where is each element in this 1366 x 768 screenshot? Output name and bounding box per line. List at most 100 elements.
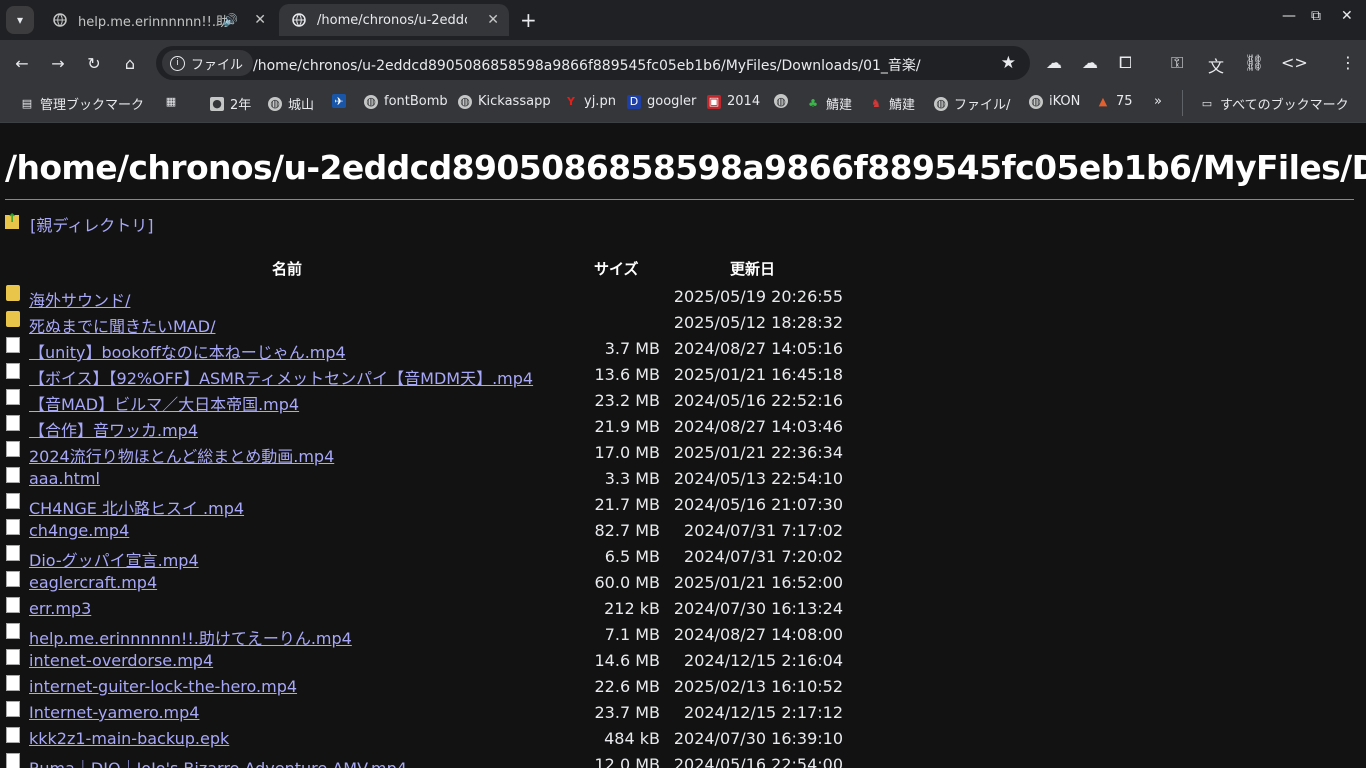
file-icon [6,363,20,379]
parent-directory-link[interactable]: [親ディレクトリ] [30,216,153,235]
bookmark-item[interactable]: Dgoogler [627,94,696,109]
table-row: Internet-yamero.mp4 23.7 MB 2024/12/15 2:1… [0,700,860,726]
file-name-link[interactable]: 2024流行り物ほとんど総まとめ動画.mp4 [29,443,334,467]
column-header-size[interactable]: サイズ [594,258,639,279]
file-name-link[interactable]: ch4nge.mp4 [29,521,129,540]
globe-icon [52,12,68,28]
reload-icon[interactable]: ↻ [82,51,106,75]
table-row: 【合作】音ワッカ.mp4 21.9 MB 2024/08/27 14:03:46 [0,414,860,440]
bookmark-item[interactable]: ♣ 鯖建 [806,94,852,113]
file-icon [6,727,20,743]
file-name-link[interactable]: Internet-yamero.mp4 [29,703,199,722]
menu-icon[interactable]: ⋮ [1340,53,1356,72]
y-icon: Y [567,95,575,108]
modified-date: 2024/05/16 22:52:16 [673,391,843,410]
bookmark-item[interactable]: ◍ fontBomb [364,94,448,109]
globe-icon: ◍ [774,94,788,108]
file-name-link[interactable]: Ruma｜DIO｜JoJo's Bizarre Adventure AMV.mp… [29,755,407,768]
code-icon[interactable]: <> [1281,53,1308,72]
tab-directory[interactable]: /home/chronos/u-2eddcd890 ✕ [279,4,509,36]
extension-icon[interactable]: ☁ [1082,53,1098,72]
table-row: CH4NGE 北小路ヒスイ .mp4 21.7 MB 2024/05/16 21:0… [0,492,860,518]
tab-help-me[interactable]: help.me.erinnnnnn!!.助けて 🔊 ✕ [40,4,276,36]
file-name-link[interactable]: 【音MAD】ビルマ／大日本帝国.mp4 [29,391,299,415]
close-tab-icon[interactable]: ✕ [487,12,499,28]
tab-search-button[interactable]: ▾ [6,6,34,34]
file-icon [6,337,20,353]
extension-icon[interactable]: ☁ [1046,53,1062,72]
bookmark-item[interactable]: ◍ [774,94,794,108]
url-text[interactable]: /home/chronos/u-2eddcd8905086858598a9866… [253,55,921,75]
file-icon [6,389,20,405]
column-header-date[interactable]: 更新日 [730,258,775,279]
file-icon [6,493,20,509]
close-window-icon[interactable]: ✕ [1341,8,1353,24]
translate-icon[interactable]: 文 [1208,53,1224,77]
file-size: 3.3 MB [604,469,660,488]
file-name-link[interactable]: kkk2z1-main-backup.epk [29,729,229,748]
bookmark-item[interactable]: ◍ 城山 [268,94,314,113]
all-bookmarks[interactable]: ▭ すべてのブックマーク [1200,94,1349,113]
forward-icon[interactable]: → [46,51,70,75]
modified-date: 2024/12/15 2:17:12 [684,703,843,722]
bookmark-item[interactable]: Yyj.pn [564,94,616,109]
bookmark-item[interactable]: ◍ ファイル/ [934,94,1010,113]
file-name-link[interactable]: 【unity】bookoffなのに本ねーじゃん.mp4 [29,339,346,363]
file-icon [6,519,20,535]
modified-date: 2024/05/16 21:07:30 [673,495,843,514]
globe-icon: ◍ [364,94,378,109]
bookmark-item[interactable]: ♞ 鯖建 [869,94,915,113]
bookmark-item[interactable]: ▦ [164,94,184,108]
globe-icon [291,12,307,28]
file-name-link[interactable]: 死ぬまでに聞きたいMAD/ [29,313,215,337]
file-size: 17.0 MB [594,443,661,462]
column-header-name[interactable]: 名前 [272,258,302,279]
file-name-link[interactable]: eaglercraft.mp4 [29,573,157,592]
file-size: 22.6 MB [594,677,661,696]
bookmark-item[interactable]: ● 2年 [210,94,251,113]
file-name-link[interactable]: 海外サウンド/ [29,287,130,311]
table-row: 海外サウンド/2025/05/19 20:26:55 [0,284,860,310]
maximize-icon[interactable]: ⧉ [1311,8,1321,24]
file-name-link[interactable]: 【ボイス】【92%OFF】ASMRティメットセンパイ【音MDM天】.mp4 [29,365,533,389]
divider [1182,90,1183,116]
bookmark-item[interactable]: ▣ 2014 [707,94,760,109]
table-row: help.me.erinnnnnn!!.助けてえーりん.mp4 7.1 MB 202… [0,622,860,648]
red-icon: ▣ [707,94,721,109]
bookmark-item[interactable]: ◍ Kickassapp [458,94,551,109]
home-icon[interactable]: ⌂ [118,51,142,75]
file-size: 82.7 MB [594,521,661,540]
modified-date: 2024/08/27 14:03:46 [673,417,843,436]
puzzle-icon[interactable]: ⧠ [1119,53,1132,73]
speaker-icon[interactable]: 🔊 [223,13,238,27]
file-icon [6,675,20,691]
minimize-icon[interactable]: — [1282,8,1296,24]
more-bookmarks-icon[interactable]: » [1154,94,1162,109]
back-icon[interactable]: ← [10,51,34,75]
bookmark-item[interactable]: ▲ 75 [1096,94,1133,109]
file-name-link[interactable]: help.me.erinnnnnn!!.助けてえーりん.mp4 [29,625,352,649]
file-name-link[interactable]: Dio-グッパイ宣言.mp4 [29,547,199,571]
file-name-link[interactable]: intenet-overdorse.mp4 [29,651,213,670]
globe-icon: ◍ [934,96,948,111]
close-tab-icon[interactable]: ✕ [254,12,266,28]
bookmark-item[interactable]: ◍ iKON [1029,94,1080,109]
site-info-chip[interactable]: i ファイル [162,50,254,76]
new-tab-button[interactable]: + [520,8,537,32]
file-name-link[interactable]: internet-guiter-lock-the-hero.mp4 [29,677,297,696]
key-icon[interactable]: ⚿ [1171,53,1183,73]
file-name-link[interactable]: CH4NGE 北小路ヒスイ .mp4 [29,495,244,519]
link-icon[interactable]: ⛓ [1244,53,1264,72]
modified-date: 2025/01/21 16:45:18 [673,365,843,384]
address-bar[interactable]: i ファイル /home/chronos/u-2eddcd89050868585… [156,46,1030,80]
bookmark-star-icon[interactable]: ★ [1001,53,1016,73]
up-arrow-icon: ↑ [5,211,19,229]
bookmark-item[interactable]: ▤ 管理ブックマーク [20,94,144,113]
parent-directory[interactable]: ↑ [親ディレクトリ] [5,211,153,236]
file-name-link[interactable]: err.mp3 [29,599,91,618]
globe-icon: ◍ [268,96,282,111]
file-name-link[interactable]: 【合作】音ワッカ.mp4 [29,417,198,441]
file-size: 14.6 MB [594,651,661,670]
file-name-link[interactable]: aaa.html [29,469,100,488]
bookmark-item[interactable]: ✈ [332,94,352,108]
